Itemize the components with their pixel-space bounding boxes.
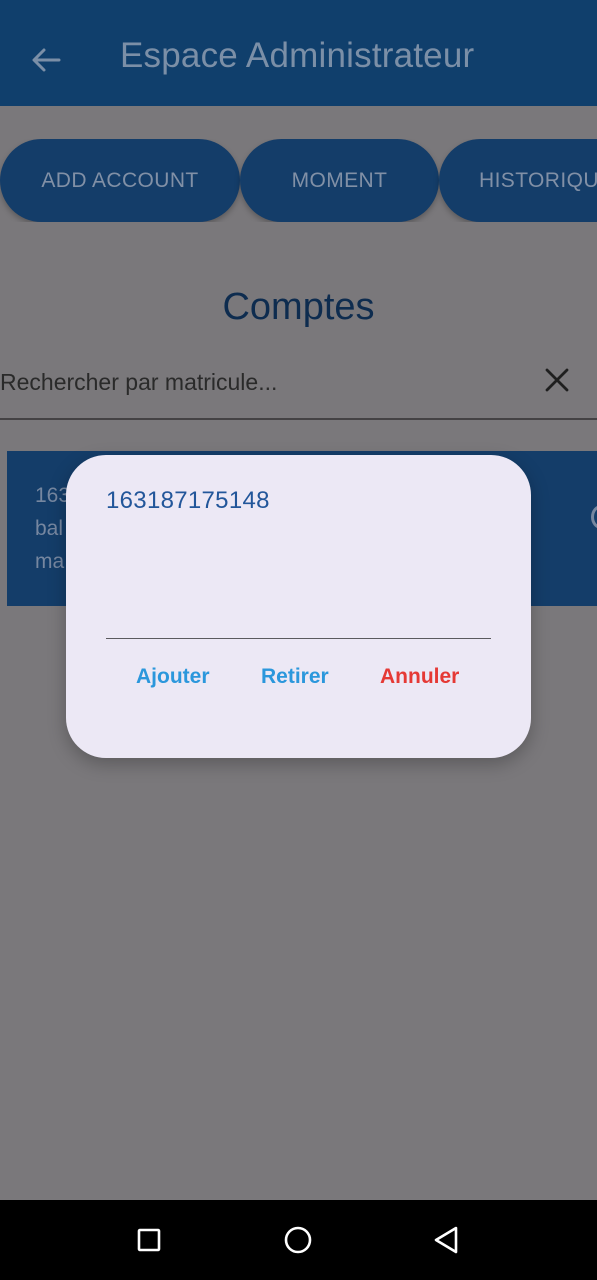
account-card-line-1: 163	[35, 484, 71, 507]
close-icon[interactable]	[539, 362, 575, 398]
section-title: Comptes	[222, 286, 375, 328]
circle-home-icon[interactable]	[280, 1222, 316, 1258]
square-recent-apps-icon[interactable]	[131, 1222, 167, 1258]
screen: Espace Administrateur ADD ACCOUNT MOMENT…	[0, 0, 597, 1280]
page-title: Espace Administrateur	[120, 36, 475, 75]
dialog-actions: Ajouter Retirer Annuler	[66, 665, 531, 695]
moment-button[interactable]: MOMENT	[240, 139, 439, 222]
cancel-button[interactable]: Annuler	[380, 665, 459, 689]
historique-button[interactable]: HISTORIQU	[439, 139, 597, 222]
add-button[interactable]: Ajouter	[136, 665, 210, 689]
arrow-left-icon[interactable]	[26, 40, 66, 80]
account-card-line-3: ma	[35, 550, 65, 573]
search-input[interactable]	[0, 362, 520, 402]
account-card-line-2: bal	[35, 517, 64, 540]
account-dialog: 163187175148 Ajouter Retirer Annuler	[66, 455, 531, 758]
app-bar: Espace Administrateur	[0, 0, 597, 106]
account-number: 163187175148	[106, 487, 270, 514]
card-edge-icon	[591, 505, 597, 529]
action-chips: ADD ACCOUNT MOMENT HISTORIQU	[0, 139, 597, 222]
search-bar	[0, 350, 597, 420]
add-account-button[interactable]: ADD ACCOUNT	[0, 139, 240, 222]
amount-field[interactable]: 163187175148	[106, 483, 491, 639]
triangle-back-icon[interactable]	[428, 1222, 464, 1258]
withdraw-button[interactable]: Retirer	[261, 665, 329, 689]
system-nav-bar	[0, 1200, 597, 1280]
